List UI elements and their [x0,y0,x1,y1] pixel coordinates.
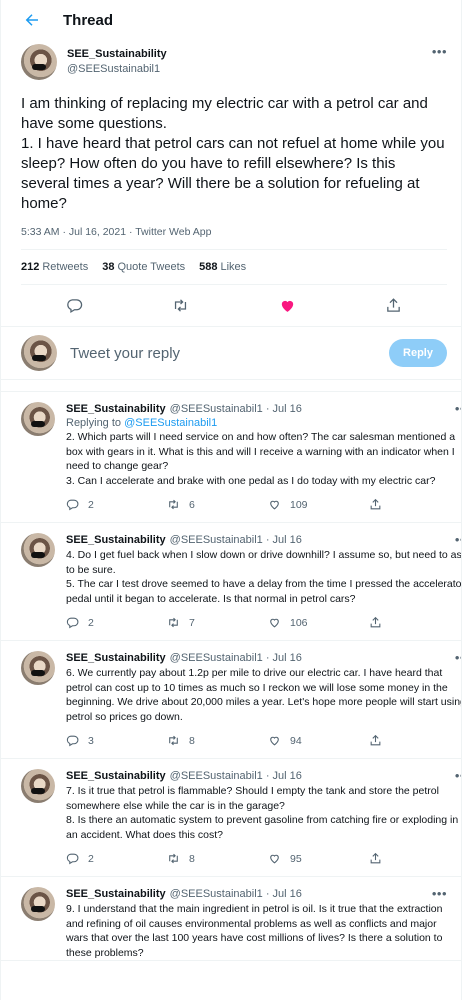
retweets-stat[interactable]: 212 Retweets [21,261,88,273]
reply-input[interactable]: Tweet your reply [70,345,389,362]
retweet-action[interactable]: 8 [167,852,268,865]
retweet-action[interactable]: 8 [167,734,268,747]
tweet-stats: 212 Retweets 38 Quote Tweets 588 Likes [21,249,447,285]
reply-icon [66,617,79,629]
heart-outline-icon [270,736,279,746]
heart-outline-icon [270,854,279,864]
share-icon [370,734,381,746]
reply-composer: Tweet your reply Reply [1,326,461,380]
user-handle-date[interactable]: @SEESustainabil1 · Jul 16 [170,402,302,416]
reply-tweet[interactable]: SEE_Sustainability @SEESustainabil1 · Ju… [1,392,461,523]
retweet-icon [169,853,178,864]
reply-action[interactable]: 3 [66,734,167,747]
avatar[interactable] [21,533,55,567]
retweet-action[interactable]: 7 [167,616,268,629]
user-handle-date[interactable]: @SEESustainabil1 · Jul 16 [170,887,302,901]
user-handle-date[interactable]: @SEESustainabil1 · Jul 16 [170,769,302,783]
heart-outline-icon [270,618,279,628]
back-arrow-icon[interactable] [23,11,41,29]
reply-text: 9. I understand that the main ingredient… [66,903,443,959]
reply-action[interactable]: 2 [66,616,167,629]
reply-text: 4. Do I get fuel back when I slow down o… [66,549,462,605]
mention-link[interactable]: @SEESustainabil1 [124,417,217,429]
more-options-icon[interactable]: ••• [432,887,447,901]
avatar[interactable] [21,44,57,80]
reply-text: 6. We currently pay about 1.2p per mile … [66,667,462,723]
display-name[interactable]: SEE_Sustainability [66,533,166,547]
likes-stat[interactable]: 588 Likes [199,261,246,273]
quote-tweets-stat[interactable]: 38 Quote Tweets [102,261,185,273]
display-name[interactable]: SEE_Sustainability [66,402,166,416]
user-handle-date[interactable]: @SEESustainabil1 · Jul 16 [170,651,302,665]
replying-to: Replying to @SEESustainabil1 [66,417,218,429]
more-options-icon[interactable]: ••• [432,44,447,59]
reply-actions: 2 6 109 [66,488,461,522]
reply-actions: 2 7 106 [66,606,461,640]
like-action[interactable]: 109 [268,498,369,511]
reply-tweet[interactable]: SEE_Sustainability @SEESustainabil1 · Ju… [1,759,461,877]
reply-tweet[interactable]: SEE_Sustainability @SEESustainabil1 · Ju… [1,523,461,641]
reply-action[interactable]: 2 [66,498,167,511]
display-name[interactable]: SEE_Sustainability [66,887,166,901]
like-action[interactable]: 95 [268,852,369,865]
reply-icon[interactable] [66,297,83,314]
reply-icon [66,853,79,865]
more-options-icon[interactable]: ••• [455,402,461,416]
retweet-icon [169,617,178,628]
reply-button[interactable]: Reply [389,339,447,367]
reply-tweet[interactable]: SEE_Sustainability @SEESustainabil1 · Ju… [1,877,461,961]
share-action[interactable] [369,616,461,629]
like-icon[interactable] [279,297,296,314]
like-action[interactable]: 94 [268,734,369,747]
share-icon [370,852,381,864]
avatar[interactable] [21,769,55,803]
avatar[interactable] [21,335,57,371]
thread-page: Thread SEE_Sustainability @SEESustainabi… [0,0,462,1000]
avatar[interactable] [21,651,55,685]
heart-outline-icon [270,500,279,510]
more-options-icon[interactable]: ••• [455,651,461,665]
tweet-text: I am thinking of replacing my electric c… [21,95,445,212]
reply-actions: 2 8 95 [66,842,461,876]
main-tweet: SEE_Sustainability @SEESustainabil1 ••• … [1,40,461,326]
retweet-action[interactable]: 6 [167,498,268,511]
retweet-icon [169,499,178,510]
reply-icon [66,499,79,511]
tweet-timestamp[interactable]: 5:33 AM · Jul 16, 2021 · Twitter Web App [21,226,447,238]
reply-text: 2. Which parts will I need service on an… [66,431,456,487]
avatar[interactable] [21,887,55,921]
share-icon [370,498,381,510]
reply-tweet[interactable]: SEE_Sustainability @SEESustainabil1 · Ju… [1,641,461,759]
reply-icon [66,735,79,747]
user-handle[interactable]: @SEESustainabil1 [67,62,432,77]
share-icon [370,616,381,628]
divider [1,380,461,392]
page-title: Thread [63,11,114,29]
retweet-icon[interactable] [172,297,189,314]
more-options-icon[interactable]: ••• [455,533,461,547]
reply-text: 7. Is it true that petrol is flammable? … [66,785,459,841]
like-action[interactable]: 106 [268,616,369,629]
user-handle-date[interactable]: @SEESustainabil1 · Jul 16 [170,533,302,547]
tweet-actions [21,285,447,326]
display-name[interactable]: SEE_Sustainability [66,769,166,783]
avatar[interactable] [21,402,55,436]
display-name[interactable]: SEE_Sustainability [67,47,432,62]
share-icon[interactable] [385,297,402,314]
retweet-icon [169,735,178,746]
display-name[interactable]: SEE_Sustainability [66,651,166,665]
reply-actions: 3 8 94 [66,724,461,758]
more-options-icon[interactable]: ••• [455,769,461,783]
reply-action[interactable]: 2 [66,852,167,865]
thread-header: Thread [1,0,461,40]
share-action[interactable] [369,852,461,865]
share-action[interactable] [369,734,461,747]
share-action[interactable] [369,498,461,511]
